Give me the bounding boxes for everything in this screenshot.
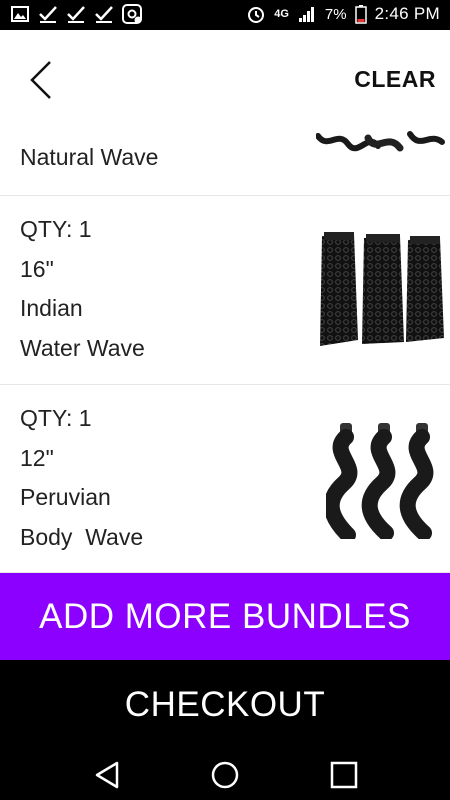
app-header: CLEAR: [0, 30, 450, 130]
status-notifications: [10, 4, 142, 24]
item-qty: QTY: 1: [20, 216, 92, 242]
hair-bundle-image: [320, 232, 444, 346]
triangle-back-icon[interactable]: [93, 760, 123, 790]
status-bar: 4G 7% 2:46 PM: [0, 0, 450, 30]
item-details: QTY: 1 16" Indian Water Wave: [20, 210, 145, 368]
square-recents-icon[interactable]: [329, 760, 359, 790]
item-origin: Indian: [20, 295, 83, 321]
item-qty: QTY: 1: [20, 405, 92, 431]
alarm-icon: [248, 7, 265, 23]
image-icon: [11, 6, 29, 22]
check-icon: [39, 6, 57, 23]
network-type: 4G: [274, 8, 289, 20]
battery-percent: 7%: [324, 5, 347, 23]
add-more-bundles-button[interactable]: ADD MORE BUNDLES: [0, 573, 450, 660]
check-icon: [95, 6, 113, 23]
signal-icon: [298, 7, 314, 22]
system-nav-bar: [0, 750, 450, 800]
battery-icon: [354, 5, 367, 24]
item-origin: Peruvian: [20, 484, 111, 510]
item-texture: Water Wave: [20, 334, 145, 361]
status-system: 4G 7% 2:46 PM: [246, 4, 440, 24]
at-icon: [122, 4, 142, 24]
hair-bundle-image: [316, 131, 445, 152]
item-texture: Body Wave: [20, 523, 144, 550]
cart-list[interactable]: Natural Wave QTY: 1 16" Indian Water Wav…: [0, 130, 450, 573]
clock: 2:46 PM: [374, 4, 440, 23]
item-length: 16": [20, 255, 54, 282]
item-details: QTY: 1 12" Peruvian Body Wave: [20, 399, 143, 557]
chevron-left-icon[interactable]: [20, 58, 60, 102]
list-item[interactable]: QTY: 1 12" Peruvian Body Wave: [0, 385, 450, 573]
checkout-button[interactable]: CHECKOUT: [0, 660, 450, 750]
clear-button[interactable]: CLEAR: [354, 66, 436, 93]
list-item[interactable]: QTY: 1 16" Indian Water Wave: [0, 196, 450, 385]
check-icon: [67, 6, 85, 23]
list-item[interactable]: Natural Wave: [0, 130, 450, 196]
item-texture: Natural Wave: [20, 144, 159, 170]
item-length: 12": [20, 444, 54, 471]
circle-home-icon[interactable]: [210, 760, 240, 790]
hair-bundle-image: [326, 423, 434, 539]
item-details: Natural Wave: [20, 138, 158, 178]
